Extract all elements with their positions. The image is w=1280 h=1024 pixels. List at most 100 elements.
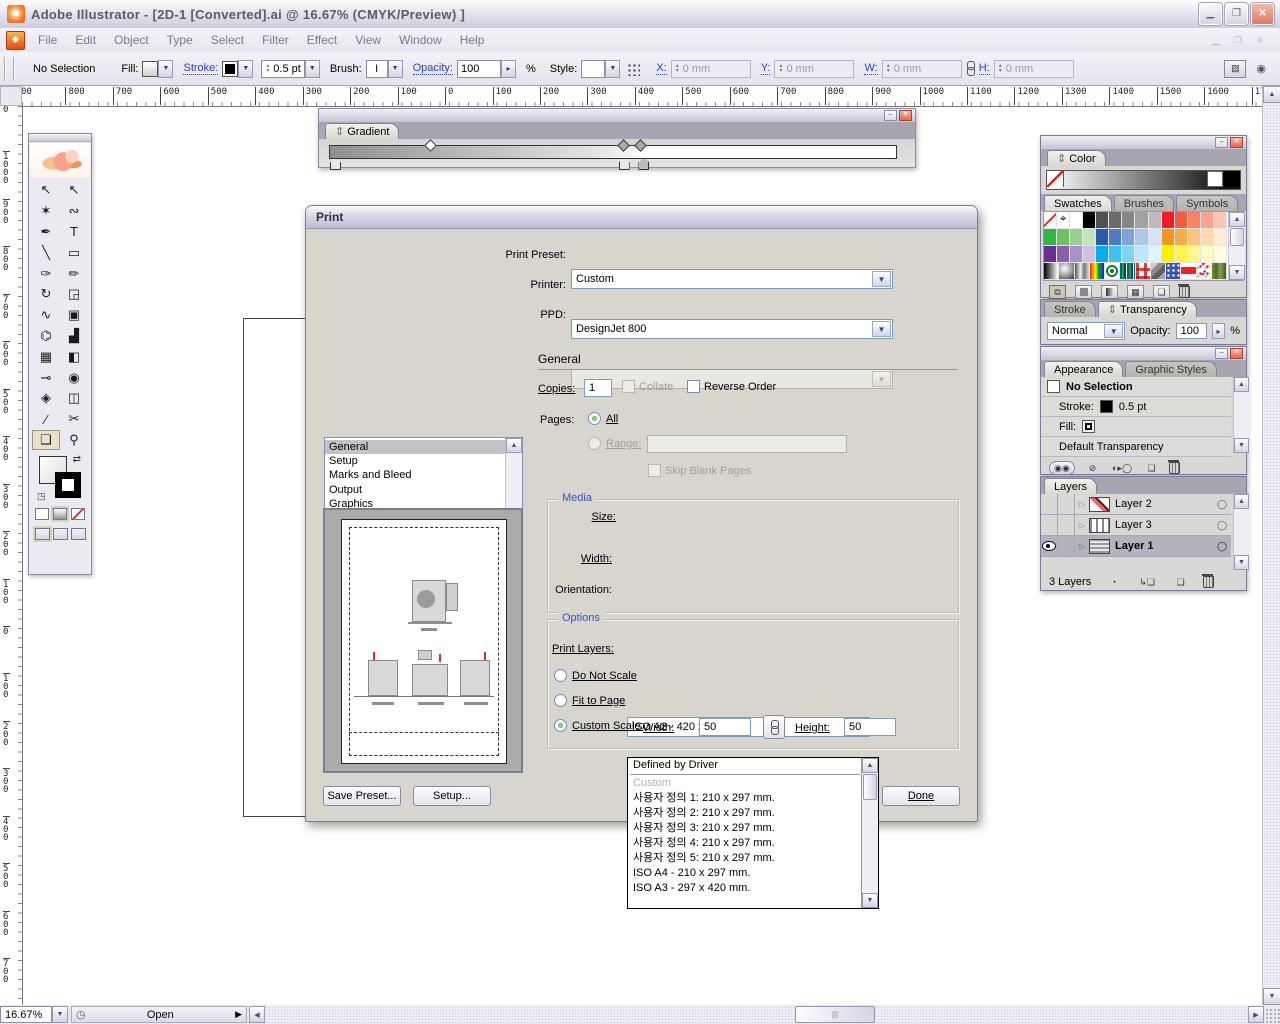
appearance-row-no-selection[interactable]: No Selection [1041,377,1231,397]
stroke-swatch-dropdown[interactable]: ▼ [222,60,253,78]
gradient-midpoint-icon[interactable] [634,139,647,152]
swatch[interactable] [1096,229,1109,246]
chevron-down-icon[interactable]: ▼ [872,271,891,287]
horizontal-scrollbar[interactable]: ||| [265,1006,1248,1023]
visibility-toggle[interactable] [1041,536,1058,556]
color-button[interactable] [35,508,49,520]
size-option[interactable]: 사용자 정의 4: 210 x 297 mm. [628,836,862,851]
minimize-icon[interactable]: – [1215,137,1228,148]
size-option[interactable]: 사용자 정의 1: 210 x 297 mm. [628,791,862,806]
full-screen-menu-mode-button[interactable] [53,528,68,540]
gradient-panel-header[interactable]: – ✕ [319,109,915,122]
new-swatch-icon[interactable]: ❏ [1153,285,1170,299]
swatch[interactable] [1162,246,1175,263]
scroll-down-icon[interactable]: ▼ [1234,555,1249,570]
palette-header[interactable]: – ✕ [1041,136,1246,149]
scissors-tool[interactable]: ✂ [60,409,88,430]
swatch[interactable] [1201,246,1214,263]
gradient-tool[interactable]: ◧ [60,346,88,367]
tab-swatches[interactable]: Swatches [1044,195,1112,211]
blend-tool[interactable]: ◉ [60,367,88,388]
swatch-pattern-rainbow[interactable] [1090,263,1105,280]
palette-header[interactable]: – ✕ [1041,347,1246,360]
live-paint-bucket-tool[interactable]: ◈ [32,388,60,409]
blend-mode-combo[interactable]: Normal▼ [1047,322,1125,340]
scroll-up-icon[interactable]: ▲ [1263,86,1280,103]
new-item-icon[interactable]: ❏ [1143,461,1160,475]
gradient-swatch-icon[interactable] [1101,285,1118,299]
lasso-tool[interactable]: ∾ [60,201,88,222]
menu-object[interactable]: Object [105,33,158,47]
chevron-down-icon[interactable]: ▼ [388,60,403,78]
swatch-pattern-steel-gradient[interactable] [1075,263,1090,280]
swatch[interactable] [1149,212,1162,229]
black-well[interactable] [1224,171,1240,187]
menu-edit[interactable]: Edit [66,33,105,47]
swatch[interactable] [1135,229,1148,246]
expand-arrow[interactable]: ▷ [1075,536,1089,556]
page-tool[interactable]: ❏ [32,430,60,451]
menu-file[interactable]: File [29,33,66,47]
graph-tool[interactable]: ▟ [60,326,88,347]
swatch-pattern-red-stripe[interactable] [1181,263,1196,280]
menu-effect[interactable]: Effect [298,33,346,47]
scale-tool[interactable]: ◲ [60,284,88,305]
free-transform-tool[interactable]: ▣ [60,305,88,326]
layer-name[interactable]: Layer 1 [1110,536,1213,556]
fill-stroke-indicator[interactable]: ⇄ ◳ [37,454,83,504]
swatch[interactable] [1109,212,1122,229]
size-option[interactable]: 사용자 정의 3: 210 x 297 mm. [628,821,862,836]
menu-help[interactable]: Help [451,33,494,47]
close-icon[interactable]: ✕ [899,110,912,121]
swatch[interactable] [1096,246,1109,263]
chevron-down-icon[interactable]: ▼ [605,60,620,78]
scroll-up-icon[interactable]: ▲ [1229,212,1245,227]
pencil-tool[interactable]: ✏ [60,263,88,284]
swatch-pattern-azure-stars[interactable] [1166,263,1181,280]
swatch[interactable] [1083,212,1096,229]
menu-filter[interactable]: Filter [253,33,298,47]
setup-button[interactable]: Setup... [413,786,491,806]
h-field[interactable]: ▲▼0 mm [994,60,1074,78]
ruler-corner[interactable] [0,86,22,106]
swatch[interactable] [1135,246,1148,263]
gradient-midpoint-icon[interactable] [424,139,437,152]
new-layer-icon[interactable]: ❏ [1172,575,1189,589]
swatch[interactable] [1214,246,1227,263]
scroll-up-icon[interactable]: ▲ [506,438,522,453]
appearance-row-stroke[interactable]: Stroke:0.5 pt [1041,397,1231,417]
print-preset-combo[interactable]: Custom▼ [571,269,893,289]
swatch[interactable] [1044,229,1057,246]
appearance-scrollbar[interactable]: ▲ ▼ [1233,377,1249,453]
y-label[interactable]: Y: [761,62,771,75]
target-circle[interactable]: ◯ [1213,494,1231,514]
full-screen-mode-button[interactable] [71,528,86,540]
chevron-down-icon[interactable]: ▼ [872,321,891,337]
swatch[interactable] [1070,246,1083,263]
layer-name[interactable]: Layer 2 [1110,494,1213,514]
swatch[interactable] [1122,212,1135,229]
venus-flower-logo[interactable] [30,143,90,177]
swatch-pattern-red-plaid[interactable] [1136,263,1151,280]
minimize-icon[interactable]: – [884,110,897,121]
swatch-pattern-green-ring[interactable] [1105,263,1120,280]
vertical-scrollbar[interactable]: ▲ ▼ [1262,86,1280,1005]
new-sublayer-icon[interactable]: ↳❏ [1136,575,1158,589]
swatch[interactable] [1083,246,1096,263]
reverse-order-checkbox[interactable] [687,380,700,393]
all-radio[interactable] [588,412,601,425]
swatch-pattern-linear-gradient[interactable] [1044,263,1059,280]
chevron-down-icon[interactable]: ▼ [1104,324,1123,338]
dropdown-scrollbar[interactable]: ▲ ▼ [861,758,878,908]
size-option[interactable]: ISO A3 - 297 x 420 mm. [628,881,862,896]
close-icon[interactable]: ✕ [1230,137,1243,148]
stroke-box[interactable] [55,472,81,498]
paintbrush-tool[interactable]: ✑ [32,263,60,284]
solid-swatch-icon[interactable] [1075,285,1092,299]
swatch[interactable] [1214,229,1227,246]
stroke-weight-field[interactable]: ▲▼0.5 pt [261,60,304,78]
fill-swatch-dropdown[interactable]: ▼ [142,60,173,78]
copies-input[interactable]: 1 [584,379,612,397]
swatch[interactable] [1057,246,1070,263]
scroll-down-icon[interactable]: ▼ [862,893,878,908]
